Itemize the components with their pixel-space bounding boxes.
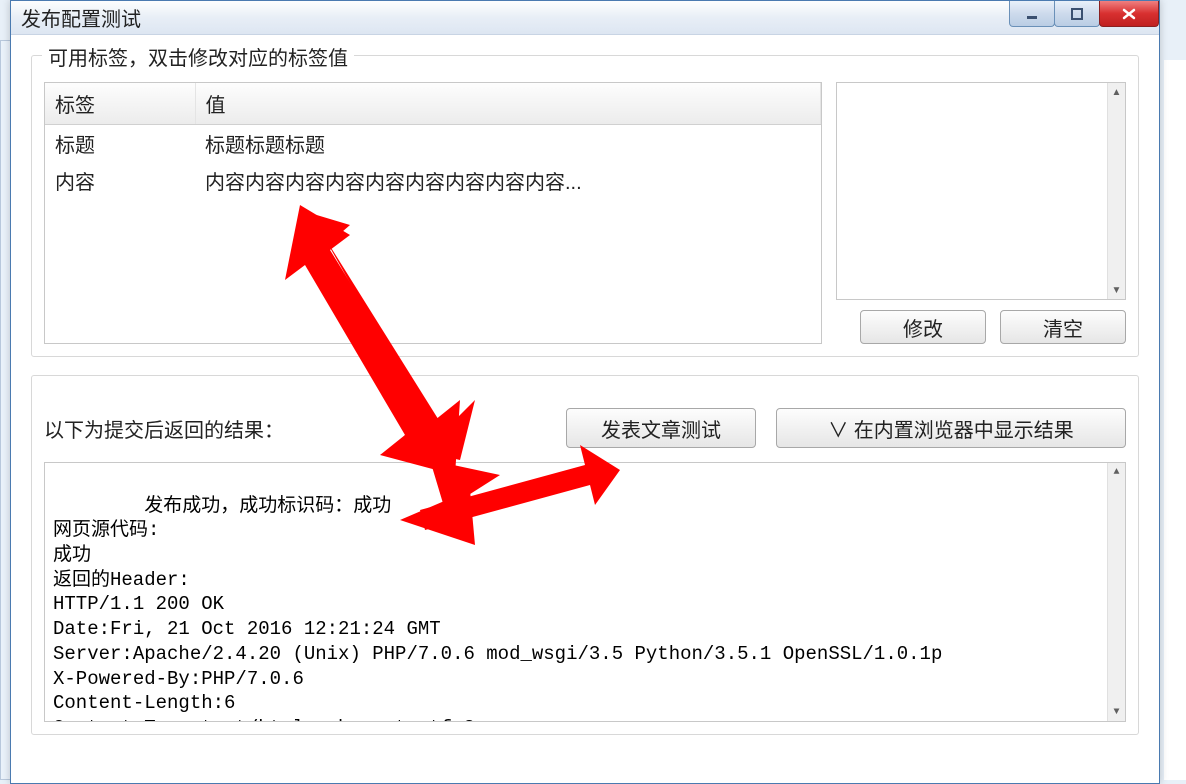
show-in-browser-button[interactable]: ∨ 在内置浏览器中显示结果 <box>776 408 1126 448</box>
scroll-up-icon[interactable]: ▲ <box>1108 83 1125 101</box>
groupbox-title: 可用标签，双击修改对应的标签值 <box>42 42 354 71</box>
tags-table[interactable]: 标签 值 标题 标题标题标题 内容 内容内容内容内容内容内容内容内容 <box>44 82 822 344</box>
minimize-button[interactable] <box>1009 1 1055 27</box>
window-title: 发布配置测试 <box>21 3 141 32</box>
cell-tag: 标题 <box>45 125 195 163</box>
close-button[interactable] <box>1099 1 1159 27</box>
result-textarea[interactable]: 发布成功，成功标识码：成功 网页源代码: 成功 返回的Header: HTTP/… <box>44 462 1126 722</box>
window-controls <box>1010 1 1159 27</box>
cell-value: 标题标题标题 <box>195 125 821 163</box>
dialog-window: 发布配置测试 可用标签，双击修改对应的标签值 标签 <box>10 0 1160 784</box>
maximize-button[interactable] <box>1054 1 1100 27</box>
scroll-down-icon[interactable]: ▼ <box>1108 281 1125 299</box>
col-header-tag[interactable]: 标签 <box>45 83 195 125</box>
scroll-down-icon[interactable]: ▼ <box>1108 703 1125 721</box>
scrollbar-vertical[interactable]: ▲ ▼ <box>1107 463 1125 721</box>
scrollbar-vertical[interactable]: ▲ ▼ <box>1107 83 1125 299</box>
content-area: 可用标签，双击修改对应的标签值 标签 值 标题 <box>11 35 1159 783</box>
titlebar[interactable]: 发布配置测试 <box>11 1 1159 35</box>
cell-tag: 内容 <box>45 162 195 199</box>
cell-value: 内容内容内容内容内容内容内容内容内容... <box>195 162 821 199</box>
result-label: 以下为提交后返回的结果： <box>44 414 284 443</box>
table-header-row: 标签 值 <box>45 83 821 125</box>
table-row[interactable]: 内容 内容内容内容内容内容内容内容内容内容... <box>45 162 821 199</box>
side-listbox[interactable]: ▲ ▼ <box>836 82 1126 300</box>
result-groupbox: 以下为提交后返回的结果： 发表文章测试 ∨ 在内置浏览器中显示结果 发布成功，成… <box>31 375 1139 735</box>
modify-button[interactable]: 修改 <box>860 310 986 344</box>
col-header-value[interactable]: 值 <box>195 83 821 125</box>
scroll-up-icon[interactable]: ▲ <box>1108 463 1125 481</box>
result-text: 发布成功，成功标识码：成功 网页源代码: 成功 返回的Header: HTTP/… <box>53 495 942 722</box>
table-row[interactable]: 标题 标题标题标题 <box>45 125 821 163</box>
publish-test-button[interactable]: 发表文章测试 <box>566 408 756 448</box>
clear-button[interactable]: 清空 <box>1000 310 1126 344</box>
tags-groupbox: 可用标签，双击修改对应的标签值 标签 值 标题 <box>31 55 1139 357</box>
